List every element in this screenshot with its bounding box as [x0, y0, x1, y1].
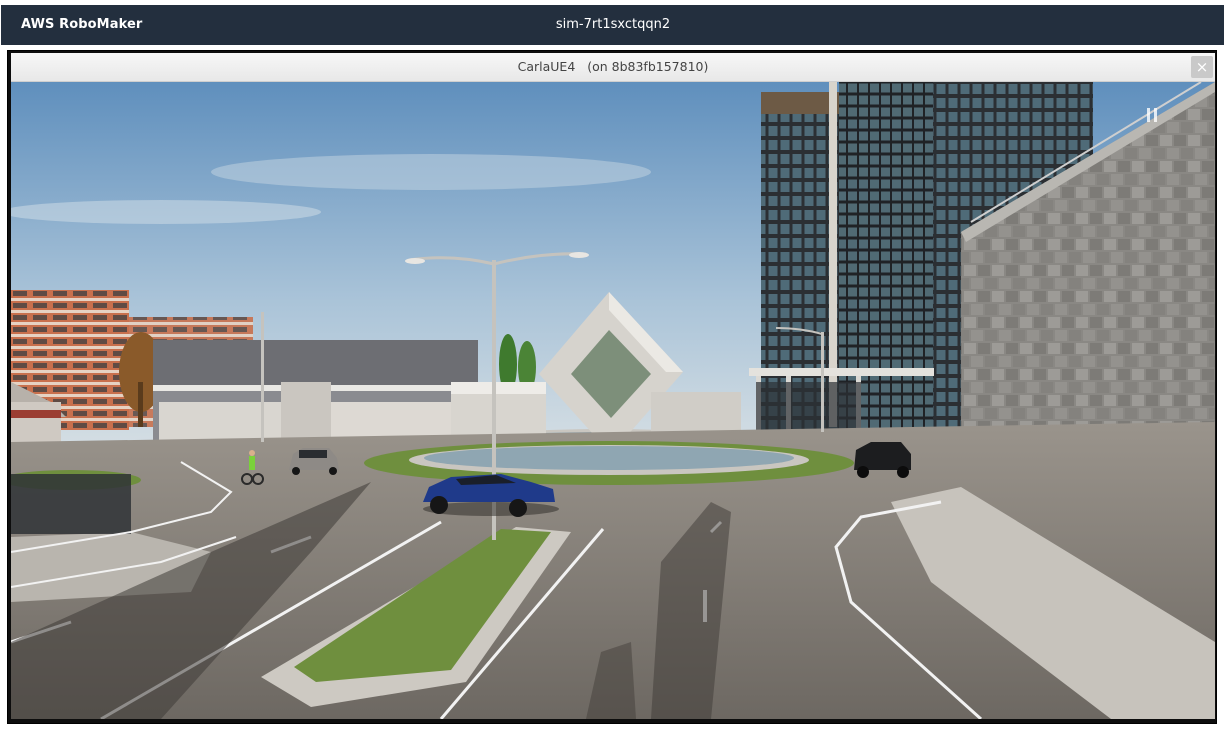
simulation-id: sim-7rt1sxctqqn2 [555, 17, 671, 32]
app-brand: AWS RoboMaker [21, 17, 143, 32]
window-titlebar[interactable]: CarlaUE4 (on 8b83fb157810) × [11, 53, 1215, 82]
scene-render [11, 82, 1215, 719]
carla-window: CarlaUE4 (on 8b83fb157810) × [7, 50, 1217, 724]
simulation-viewport[interactable] [11, 82, 1215, 719]
close-icon: × [1195, 58, 1209, 76]
close-button[interactable]: × [1191, 56, 1213, 78]
window-title: CarlaUE4 (on 8b83fb157810) [517, 59, 709, 74]
console-header: AWS RoboMaker sim-7rt1sxctqqn2 [1, 5, 1224, 45]
robomaker-console: AWS RoboMaker sim-7rt1sxctqqn2 CarlaUE4 … [0, 0, 1225, 731]
